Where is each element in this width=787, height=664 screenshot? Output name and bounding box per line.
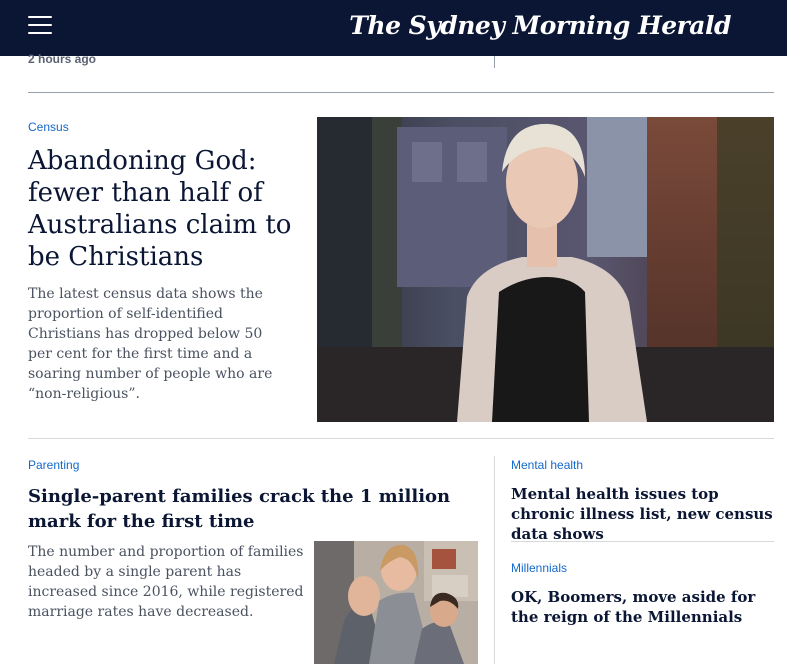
- lead-story-photo[interactable]: [317, 117, 774, 422]
- side-story-1-headline[interactable]: Mental health issues top chronic illness…: [511, 484, 773, 544]
- secondary-story-kicker[interactable]: Parenting: [28, 458, 79, 472]
- secondary-story-headline[interactable]: Single-parent families crack the 1 milli…: [28, 484, 488, 534]
- hamburger-menu-icon[interactable]: [28, 16, 52, 34]
- lead-story-headline[interactable]: Abandoning God: fewer than half of Austr…: [28, 145, 298, 273]
- lead-story-summary: The latest census data shows the proport…: [28, 286, 273, 402]
- site-header: The Sydney Morning Herald: [0, 0, 787, 56]
- side-story-2-kicker[interactable]: Millennials: [511, 561, 567, 575]
- section-divider: [28, 92, 774, 93]
- section-divider: [511, 541, 774, 542]
- section-divider: [28, 438, 774, 439]
- secondary-story-summary: The number and proportion of families he…: [28, 544, 304, 620]
- secondary-story-photo[interactable]: [314, 541, 478, 664]
- side-story-2-headline[interactable]: OK, Boomers, move aside for the reign of…: [511, 587, 773, 627]
- lead-story-kicker[interactable]: Census: [28, 120, 69, 134]
- side-story-1-kicker[interactable]: Mental health: [511, 458, 583, 472]
- column-divider: [494, 456, 495, 664]
- masthead-logo[interactable]: The Sydney Morning Herald: [349, 11, 731, 40]
- column-divider: [494, 56, 495, 68]
- previous-story-timestamp: 2 hours ago: [28, 52, 97, 66]
